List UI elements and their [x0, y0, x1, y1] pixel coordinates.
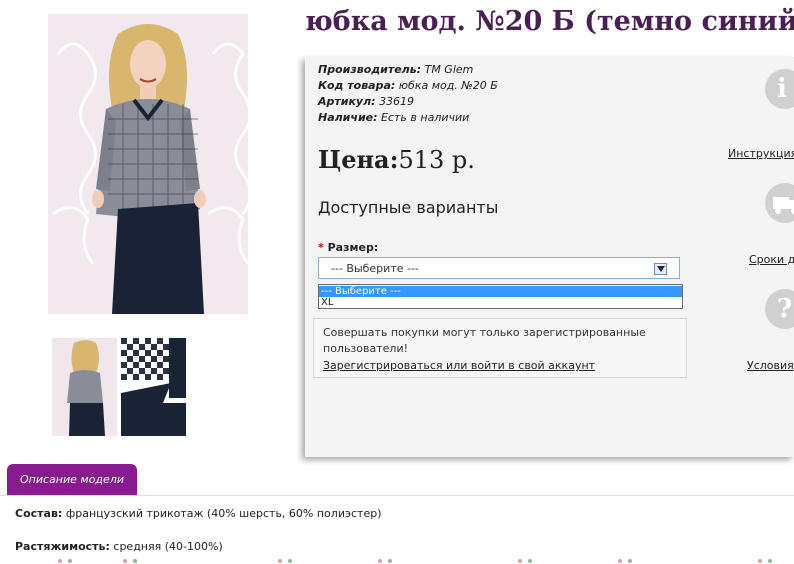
- composition-value: французский трикотаж (40% шерсть, 60% по…: [65, 507, 382, 520]
- thumbnail-fabric-detail[interactable]: [121, 338, 186, 436]
- stretch-value: средняя (40-100%): [113, 540, 223, 553]
- spec-value: Есть в наличии: [381, 111, 470, 124]
- size-option[interactable]: XL: [319, 297, 682, 308]
- spec-value: юбка мод. №20 Б: [398, 79, 498, 92]
- spec-label: Код товара:: [318, 79, 396, 92]
- thumbnail-back-view[interactable]: [52, 338, 117, 436]
- stretch-label: Растяжимость:: [15, 540, 110, 553]
- decorative-border: [58, 559, 772, 563]
- conditions-link[interactable]: Условия: [747, 359, 794, 372]
- required-mark: *: [318, 241, 324, 254]
- login-notice-text: Совершать покупки могут только зарегистр…: [323, 326, 646, 355]
- spec-product-code: Код товара: юбка мод. №20 Б: [318, 78, 498, 94]
- description-panel: Состав: французский трикотаж (40% шерсть…: [0, 495, 794, 564]
- spec-label: Артикул:: [318, 95, 376, 108]
- model-photo: [48, 14, 248, 314]
- variants-heading: Доступные варианты: [318, 198, 499, 217]
- register-link[interactable]: Зарегистрироваться или войти в свой акка…: [323, 359, 595, 372]
- size-label-text: Размер:: [327, 241, 379, 254]
- spec-label: Наличие:: [318, 111, 378, 124]
- product-info-panel: Производитель: ТМ Glem Код товара: юбка …: [305, 57, 794, 457]
- dropdown-arrow-icon[interactable]: [654, 263, 667, 275]
- product-title: юбка мод. №20 Б (темно синий): [305, 6, 794, 37]
- delivery-terms-link[interactable]: Сроки д: [749, 253, 794, 266]
- thumbnail-photo: [121, 338, 186, 436]
- question-icon: ?: [765, 289, 794, 329]
- size-option[interactable]: --- Выберите ---: [319, 286, 682, 297]
- stretch-line: Растяжимость: средняя (40-100%): [15, 540, 223, 553]
- spec-label: Производитель:: [318, 63, 422, 76]
- price-label: Цена:: [318, 145, 399, 174]
- size-label: * Размер:: [318, 241, 378, 254]
- size-options-list: --- Выберите --- XL: [318, 284, 683, 309]
- product-main-image[interactable]: [48, 14, 248, 314]
- composition-label: Состав:: [15, 507, 63, 520]
- spec-article: Артикул: 33619: [318, 94, 414, 110]
- spec-availability: Наличие: Есть в наличии: [318, 110, 469, 126]
- truck-icon: [765, 183, 794, 223]
- thumbnail-photo: [52, 338, 117, 436]
- composition-line: Состав: французский трикотаж (40% шерсть…: [15, 507, 382, 520]
- spec-value: 33619: [379, 95, 415, 108]
- price: Цена:513 р.: [318, 145, 475, 174]
- size-select[interactable]: --- Выберите ---: [318, 257, 680, 279]
- price-value: 513 р.: [398, 146, 475, 174]
- spec-manufacturer: Производитель: ТМ Glem: [318, 62, 473, 78]
- instruction-link[interactable]: Инструкция: [728, 147, 794, 160]
- info-icon: i: [765, 69, 794, 109]
- login-notice: Совершать покупки могут только зарегистр…: [313, 318, 687, 378]
- tab-description[interactable]: Описание модели: [7, 464, 137, 495]
- spec-value[interactable]: ТМ Glem: [425, 63, 474, 76]
- size-select-value: --- Выберите ---: [331, 262, 419, 275]
